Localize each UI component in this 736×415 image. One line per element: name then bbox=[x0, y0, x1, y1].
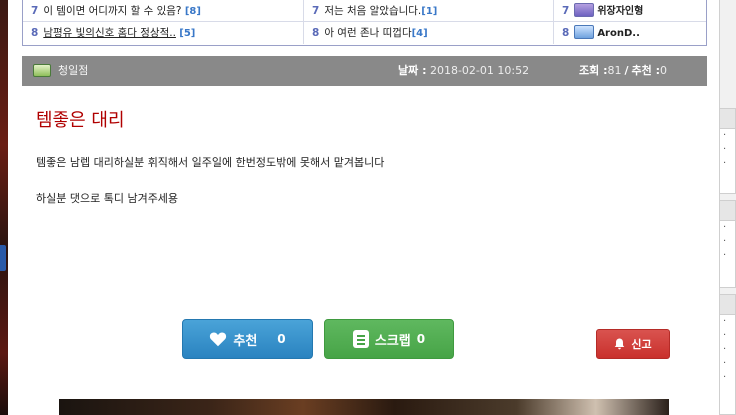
comment-count: [1] bbox=[421, 6, 438, 17]
left-background-strip bbox=[0, 0, 8, 415]
report-button[interactable]: 신고 bbox=[596, 329, 670, 359]
post-link[interactable]: 저는 처음 알았습니다. bbox=[324, 5, 421, 17]
right-box-bullet: · bbox=[723, 344, 727, 355]
rank-number: 7 bbox=[562, 5, 570, 17]
right-sidebar-box-2: · · · bbox=[719, 200, 736, 288]
rank-number: 8 bbox=[562, 27, 570, 39]
right-box-bullet: · bbox=[723, 130, 727, 141]
comment-count: [4] bbox=[411, 28, 428, 39]
user-name[interactable]: AronD.. bbox=[597, 28, 640, 39]
recommend-label: 추천 bbox=[233, 333, 258, 349]
right-box-bullet: · bbox=[723, 222, 727, 233]
post-link[interactable]: 남평유 빛의신호 홈다 정상적.. bbox=[43, 27, 176, 39]
comment-count: [5] bbox=[179, 28, 196, 39]
right-box-bullet: · bbox=[723, 250, 727, 261]
rank-number: 8 bbox=[312, 27, 320, 39]
bell-icon bbox=[615, 338, 625, 350]
popular-post-item[interactable]: 7 저는 처음 알았습니다.[1] bbox=[303, 0, 553, 22]
level-badge-icon bbox=[574, 3, 595, 17]
post-info-bar: 청일점 날짜 : 2018-02-01 10:52 조회 :81/추천 :0 bbox=[22, 56, 707, 86]
scrap-button[interactable]: 스크랩 0 bbox=[324, 319, 454, 359]
recommend-button[interactable]: 추천 0 bbox=[182, 319, 313, 359]
post-image bbox=[59, 399, 669, 415]
popular-posts-row: 8 남평유 빛의신호 홈다 정상적.. [5] 8 아 여런 존나 띠껍다[4] 8… bbox=[23, 22, 706, 44]
rank-number: 7 bbox=[312, 5, 320, 17]
ranking-user-item[interactable]: 7 위장자인형 bbox=[553, 0, 708, 22]
popular-post-item[interactable]: 8 아 여런 존나 띠껍다[4] bbox=[303, 22, 553, 44]
popular-post-item[interactable]: 8 남평유 빛의신호 홈다 정상적.. [5] bbox=[23, 22, 303, 44]
post-body-line: 하실분 댓으로 톡디 남겨주세용 bbox=[36, 192, 179, 205]
rank-number: 7 bbox=[31, 5, 39, 17]
date-label: 날짜 : bbox=[398, 64, 427, 77]
post-body-line: 템좋은 남렙 대리하실분 휘직해서 일주일에 한번정도밖에 못해서 맡겨봅니다 bbox=[36, 156, 385, 169]
views-value: 81 bbox=[607, 64, 622, 77]
right-box-bullet: · bbox=[723, 316, 727, 327]
post-date: 날짜 : 2018-02-01 10:52 bbox=[398, 56, 529, 86]
recommend-label: 추천 : bbox=[631, 64, 660, 77]
right-box-bullet: · bbox=[723, 358, 727, 369]
post-stats: 조회 :81/추천 :0 bbox=[579, 56, 667, 86]
date-value: 2018-02-01 10:52 bbox=[429, 64, 530, 77]
right-box-bullet: · bbox=[723, 372, 727, 383]
right-sidebar-box-1: · · · bbox=[719, 108, 736, 194]
level-badge-icon bbox=[574, 25, 595, 39]
right-box-bullet: · bbox=[723, 144, 727, 155]
popular-posts-list: 7 이 템이면 어디까지 할 수 있음? [8] 7 저는 처음 알았습니다.[1]… bbox=[22, 0, 707, 46]
popular-posts-row: 7 이 템이면 어디까지 할 수 있음? [8] 7 저는 처음 알았습니다.[1]… bbox=[23, 0, 706, 22]
right-sidebar-box-3: · · · · · bbox=[719, 294, 736, 415]
right-box-bullet: · bbox=[723, 158, 727, 169]
author-level-icon bbox=[33, 64, 51, 77]
side-tab[interactable] bbox=[0, 245, 6, 271]
user-name[interactable]: 위장자인형 bbox=[597, 6, 643, 17]
right-box-header bbox=[720, 109, 735, 129]
stats-separator: / bbox=[624, 64, 629, 77]
comment-count: [8] bbox=[184, 6, 201, 17]
views-label: 조회 : bbox=[579, 64, 608, 77]
right-box-bullet: · bbox=[723, 330, 727, 341]
scrap-label: 스크랩 bbox=[374, 333, 411, 349]
popular-post-item[interactable]: 7 이 템이면 어디까지 할 수 있음? [8] bbox=[23, 0, 303, 22]
scrap-icon bbox=[352, 330, 369, 348]
post-link[interactable]: 이 템이면 어디까지 할 수 있음? bbox=[43, 5, 181, 17]
rank-number: 8 bbox=[31, 27, 39, 39]
ranking-user-item[interactable]: 8 AronD.. bbox=[553, 22, 708, 44]
author-name[interactable]: 청일점 bbox=[58, 56, 88, 86]
right-box-header bbox=[720, 295, 735, 315]
recommend-count: 0 bbox=[277, 332, 286, 346]
recommend-value: 0 bbox=[659, 64, 667, 77]
report-label: 신고 bbox=[631, 338, 652, 351]
post-link[interactable]: 아 여런 존나 띠껍다 bbox=[324, 27, 411, 39]
post-title: 템좋은 대리 bbox=[36, 110, 125, 131]
heart-icon bbox=[210, 332, 227, 347]
right-box-bullet: · bbox=[723, 236, 727, 247]
scrap-count: 0 bbox=[416, 332, 426, 346]
right-box-header bbox=[720, 201, 735, 221]
post-content: 템좋은 대리 템좋은 남렙 대리하실분 휘직해서 일주일에 한번정도밖에 못해서… bbox=[22, 86, 707, 415]
